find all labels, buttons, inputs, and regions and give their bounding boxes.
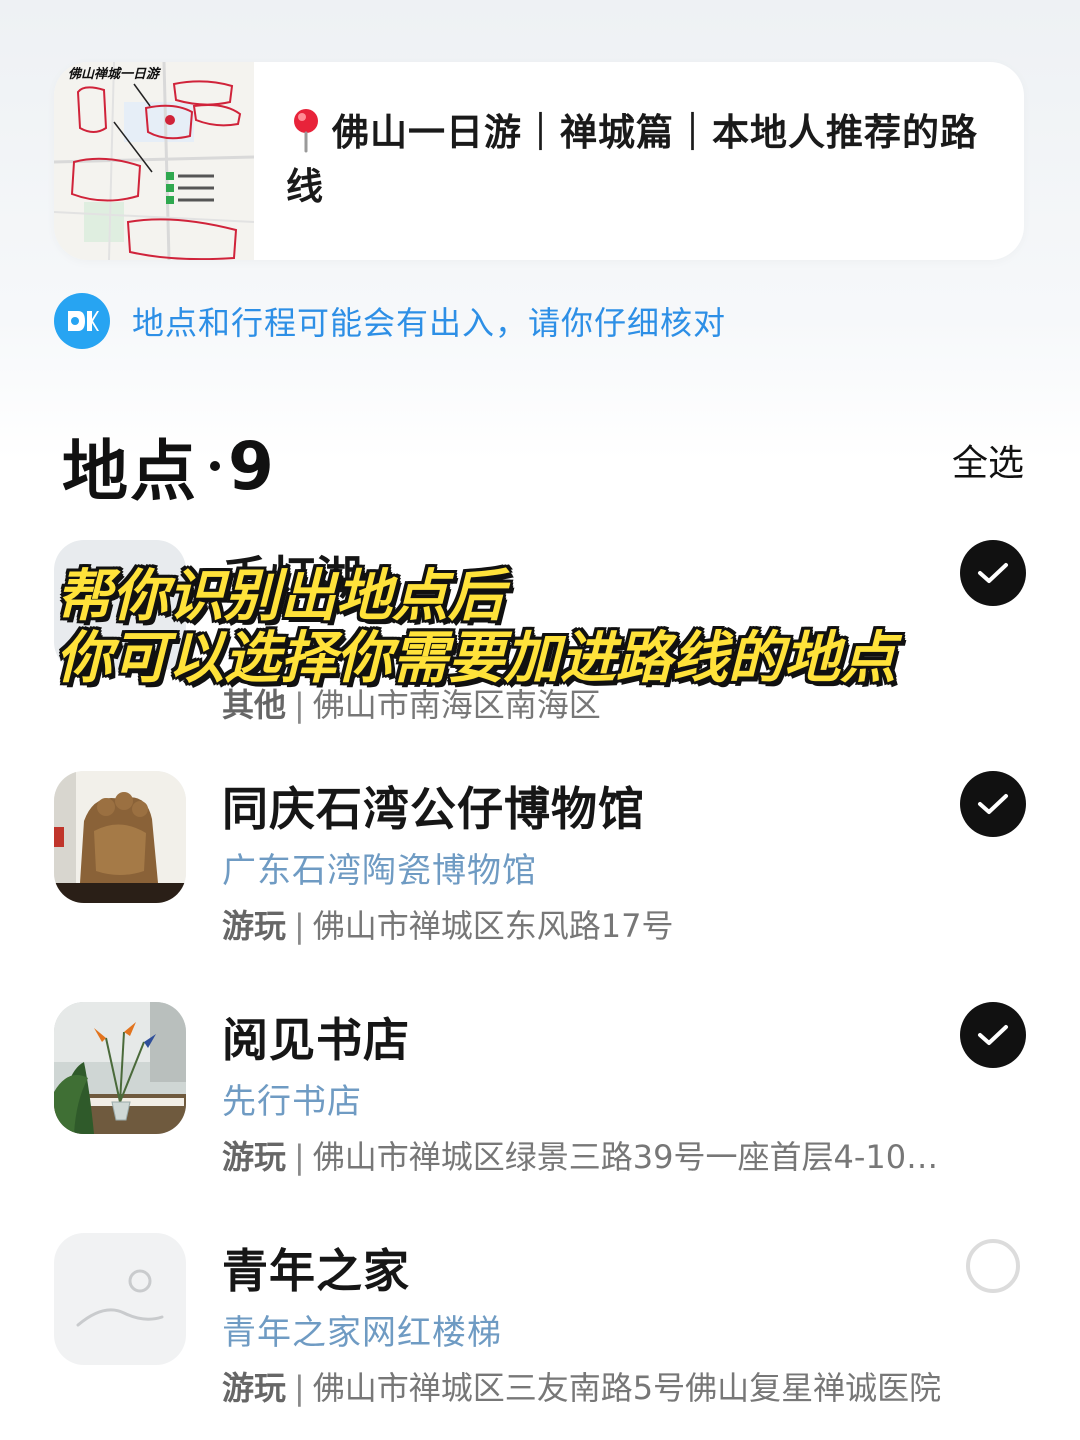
notice-text: 地点和行程可能会有出入，请你仔细核对 [132, 304, 727, 342]
place-checkbox-checked[interactable] [960, 771, 1026, 837]
place-category: 游玩 [222, 1138, 287, 1176]
checkmark-icon [978, 563, 1008, 583]
place-item[interactable]: 阅见书店 先行书店 游玩 | 佛山市禅城区绿景三路39号一座首层4-10… [54, 1002, 1026, 1202]
place-alias: 广东石湾陶瓷博物馆 [222, 851, 537, 891]
checkmark-icon [978, 794, 1008, 814]
place-checkbox-checked[interactable] [960, 540, 1026, 606]
place-name: 阅见书店 [222, 1013, 410, 1067]
place-meta: 游玩 | 佛山市禅城区三友南路5号佛山复星禅诚医院 [222, 1369, 942, 1407]
overlay-caption-line-2: 你可以选择你需要加进路线的地点 [56, 626, 896, 691]
svg-text:佛山禅城一日游: 佛山禅城一日游 [68, 66, 162, 82]
place-item[interactable]: 青年之家 青年之家网红楼梯 游玩 | 佛山市禅城区三友南路5号佛山复星禅诚医院 [54, 1233, 1026, 1433]
place-checkbox-checked[interactable] [960, 1002, 1026, 1068]
place-address: 佛山市南海区南海区 [312, 686, 601, 724]
select-all-button[interactable]: 全选 [952, 434, 1024, 486]
place-checkbox-unchecked[interactable] [966, 1239, 1020, 1293]
note-title-text: 佛山一日游｜禅城篇｜本地人推荐的路线 [286, 111, 978, 208]
place-category: 游玩 [222, 907, 287, 945]
overlay-caption: 帮你识别出地点后 你可以选择你需要加进路线的地点 [56, 566, 896, 690]
place-address: 佛山市禅城区绿景三路39号一座首层4-10… [312, 1138, 939, 1176]
place-alias: 先行书店 [222, 1082, 362, 1122]
place-name: 同庆石湾公仔博物馆 [222, 782, 645, 836]
place-address: 佛山市禅城区东风路17号 [312, 907, 674, 945]
section-title-label: 地点 [62, 433, 198, 510]
place-address: 佛山市禅城区三友南路5号佛山复星禅诚医院 [312, 1369, 942, 1407]
place-name: 青年之家 [222, 1244, 410, 1298]
place-category: 其他 [222, 686, 287, 724]
place-thumbnail [54, 771, 186, 903]
verification-notice: 地点和行程可能会有出入，请你仔细核对 [54, 293, 726, 349]
note-card[interactable]: 佛山禅城一日游 佛山一日游｜禅城篇｜本地人推荐的路线 [54, 62, 1024, 260]
place-meta: 游玩 | 佛山市禅城区东风路17号 [222, 907, 674, 945]
section-title: 地点 9 [62, 418, 276, 514]
note-map-thumbnail: 佛山禅城一日游 [54, 62, 254, 260]
place-alias: 青年之家网红楼梯 [222, 1313, 502, 1353]
overlay-caption-line-1: 帮你识别出地点后 [56, 564, 504, 629]
place-item[interactable]: 同庆石湾公仔博物馆 广东石湾陶瓷博物馆 游玩 | 佛山市禅城区东风路17号 [54, 771, 1026, 971]
checkmark-icon [978, 1025, 1008, 1045]
place-meta: 游玩 | 佛山市禅城区绿景三路39号一座首层4-10… [222, 1138, 939, 1176]
place-placeholder-thumbnail [54, 1233, 186, 1365]
title-dot-separator [210, 461, 220, 471]
place-thumbnail [54, 1002, 186, 1134]
map-pin-icon [294, 109, 318, 153]
note-title: 佛山一日游｜禅城篇｜本地人推荐的路线 [286, 106, 986, 214]
place-category: 游玩 [222, 1369, 287, 1407]
section-count: 9 [228, 427, 276, 505]
ai-badge-icon [54, 293, 110, 349]
image-placeholder-icon [76, 1269, 164, 1327]
